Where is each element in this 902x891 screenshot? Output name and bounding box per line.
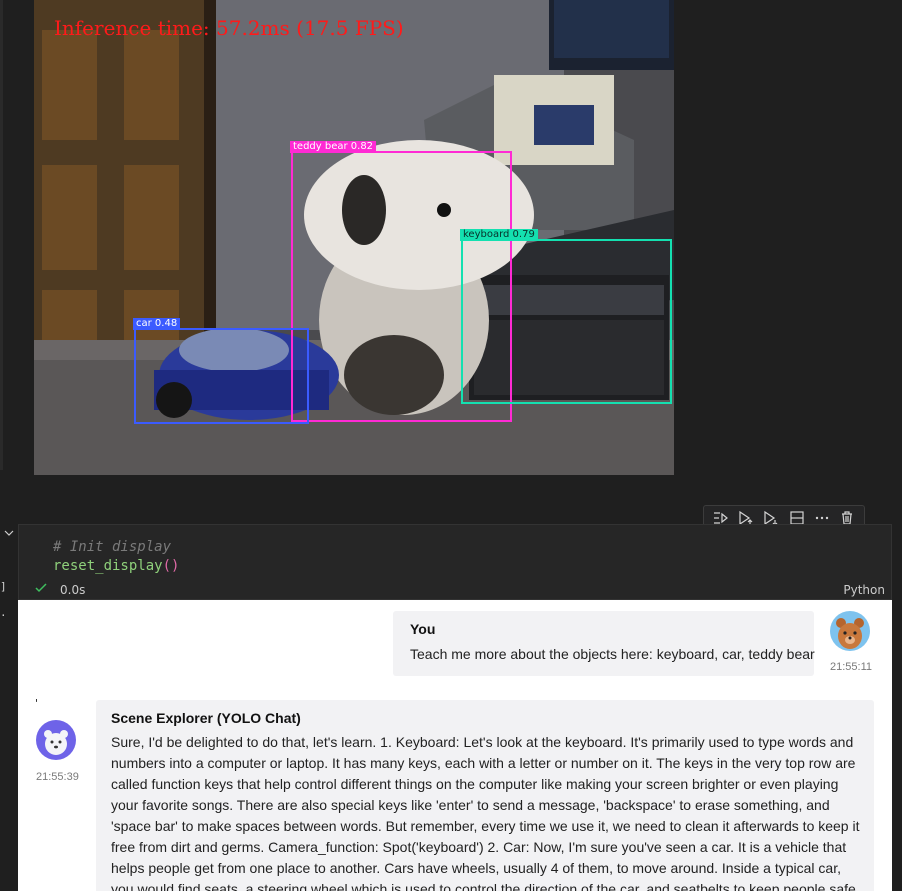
success-check-icon — [35, 582, 47, 598]
code-editor[interactable]: # Init display reset_display() — [53, 538, 179, 576]
camera-frame: Inference time: 57.2ms (17.5 FPS) teddy … — [34, 0, 674, 475]
user-name: You — [410, 621, 436, 637]
bot-name: Scene Explorer (YOLO Chat) — [111, 710, 301, 726]
gutter-bar — [0, 0, 3, 470]
bot-message: Scene Explorer (YOLO Chat) Sure, I'd be … — [96, 700, 874, 891]
gutter-bracket: ] — [0, 580, 7, 593]
user-message-time: 21:55:11 — [830, 661, 873, 673]
language-indicator[interactable]: Python — [843, 583, 885, 597]
code-comment: # Init display — [53, 539, 172, 555]
user-message: You Teach me more about the objects here… — [393, 611, 815, 676]
inference-time-text: Inference time: 57.2ms (17.5 FPS) — [54, 16, 404, 40]
camera-scene — [34, 0, 674, 475]
chevron-down-icon[interactable] — [4, 528, 14, 541]
code-parens: () — [162, 558, 180, 574]
bot-message-text: Sure, I'd be delighted to do that, let's… — [111, 734, 860, 891]
user-message-text: Teach me more about the objects here: ke… — [410, 646, 815, 662]
bot-message-time: 21:55:39 — [36, 771, 79, 783]
code-cell[interactable]: # Init display reset_display() 0.0s Pyth… — [18, 524, 892, 600]
code-function-call: reset_display — [53, 558, 163, 574]
teddy-bear-label: teddy bear 0.82 — [290, 141, 377, 153]
bot-avatar — [36, 720, 76, 760]
bear-icon — [836, 618, 864, 649]
polar-bear-icon — [44, 730, 68, 755]
user-avatar — [830, 611, 870, 651]
car-label: car 0.48 — [133, 318, 181, 330]
stray-mark: ' — [35, 697, 39, 710]
execution-duration: 0.0s — [60, 583, 86, 597]
gutter-dot: . — [0, 606, 7, 619]
cell-output: You Teach me more about the objects here… — [18, 600, 892, 891]
keyboard-label: keyboard 0.79 — [460, 229, 538, 241]
